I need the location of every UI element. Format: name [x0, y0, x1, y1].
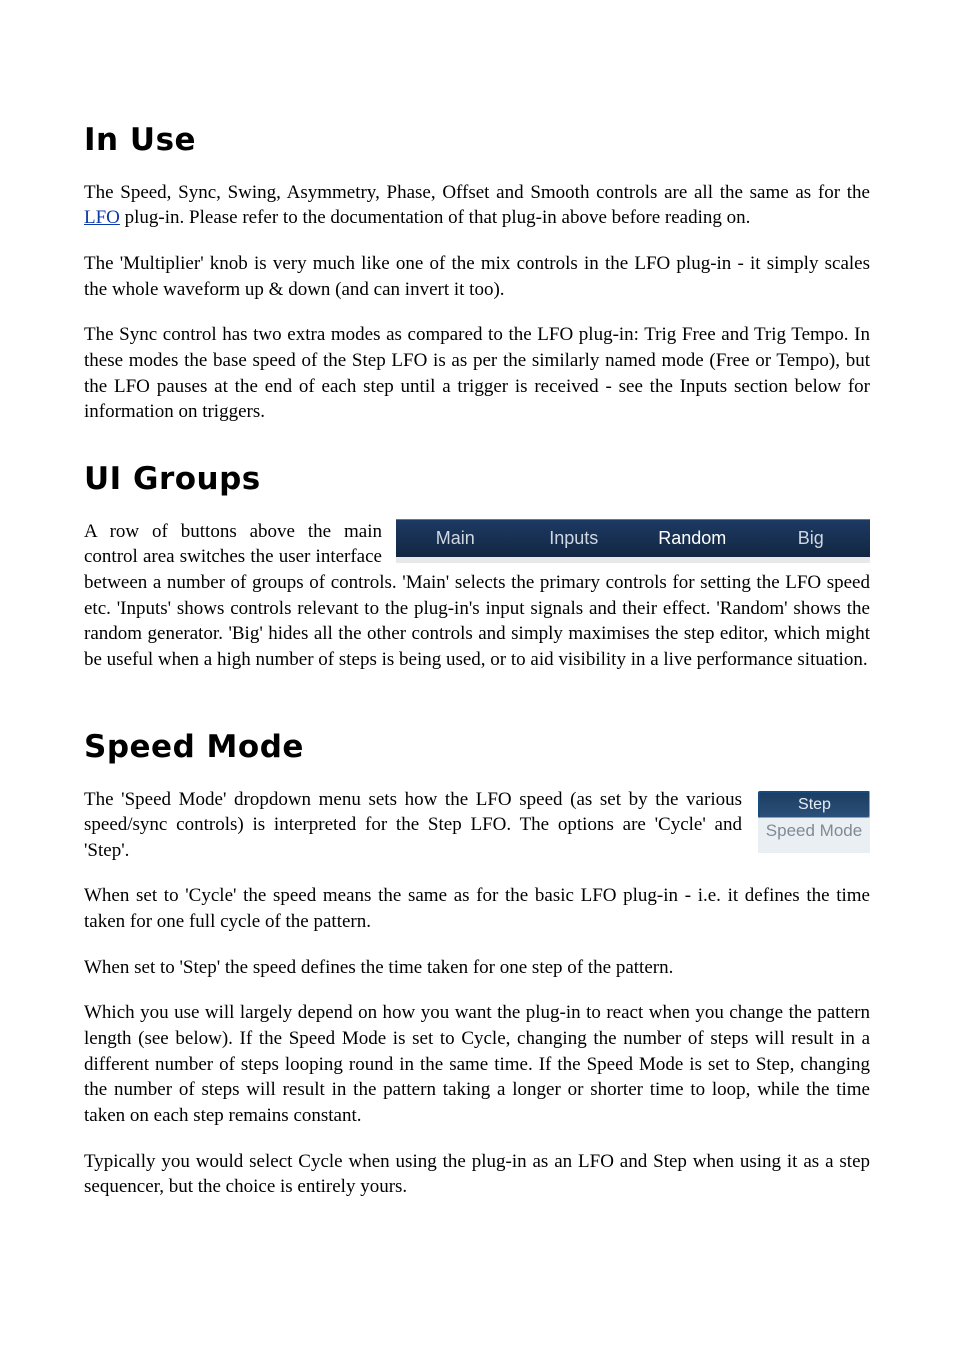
- section-in-use: In Use The Speed, Sync, Swing, Asymmetry…: [84, 120, 870, 425]
- in-use-paragraph-1: The Speed, Sync, Swing, Asymmetry, Phase…: [84, 180, 870, 231]
- tab-main[interactable]: Main: [396, 522, 515, 554]
- speed-mode-paragraph-5: Typically you would select Cycle when us…: [84, 1149, 870, 1200]
- in-use-p1-suffix: plug-in. Please refer to the documentati…: [120, 207, 751, 228]
- tab-inputs[interactable]: Inputs: [515, 522, 634, 554]
- speed-mode-label: Speed Mode: [758, 818, 870, 853]
- ui-groups-tabbar: Main Inputs Random Big: [396, 519, 870, 563]
- speed-mode-widget: Step Speed Mode: [758, 791, 870, 854]
- heading-ui-groups: UI Groups: [84, 459, 870, 501]
- heading-speed-mode: Speed Mode: [84, 727, 870, 769]
- speed-mode-paragraph-2: When set to 'Cycle' the speed means the …: [84, 883, 870, 934]
- in-use-paragraph-2: The 'Multiplier' knob is very much like …: [84, 251, 870, 302]
- tab-random[interactable]: Random: [633, 522, 752, 554]
- lfo-link[interactable]: LFO: [84, 207, 120, 228]
- section-speed-mode: Speed Mode Step Speed Mode The 'Speed Mo…: [84, 727, 870, 1200]
- heading-in-use: In Use: [84, 120, 870, 162]
- section-ui-groups: UI Groups Main Inputs Random Big A row o…: [84, 459, 870, 693]
- speed-mode-paragraph-3: When set to 'Step' the speed defines the…: [84, 955, 870, 981]
- in-use-p1-prefix: The Speed, Sync, Swing, Asymmetry, Phase…: [84, 182, 870, 203]
- speed-mode-dropdown[interactable]: Step: [758, 791, 870, 819]
- speed-mode-paragraph-4: Which you use will largely depend on how…: [84, 1000, 870, 1128]
- speed-mode-paragraph-1: The 'Speed Mode' dropdown menu sets how …: [84, 787, 870, 864]
- in-use-paragraph-3: The Sync control has two extra modes as …: [84, 322, 870, 425]
- tab-big[interactable]: Big: [752, 522, 871, 554]
